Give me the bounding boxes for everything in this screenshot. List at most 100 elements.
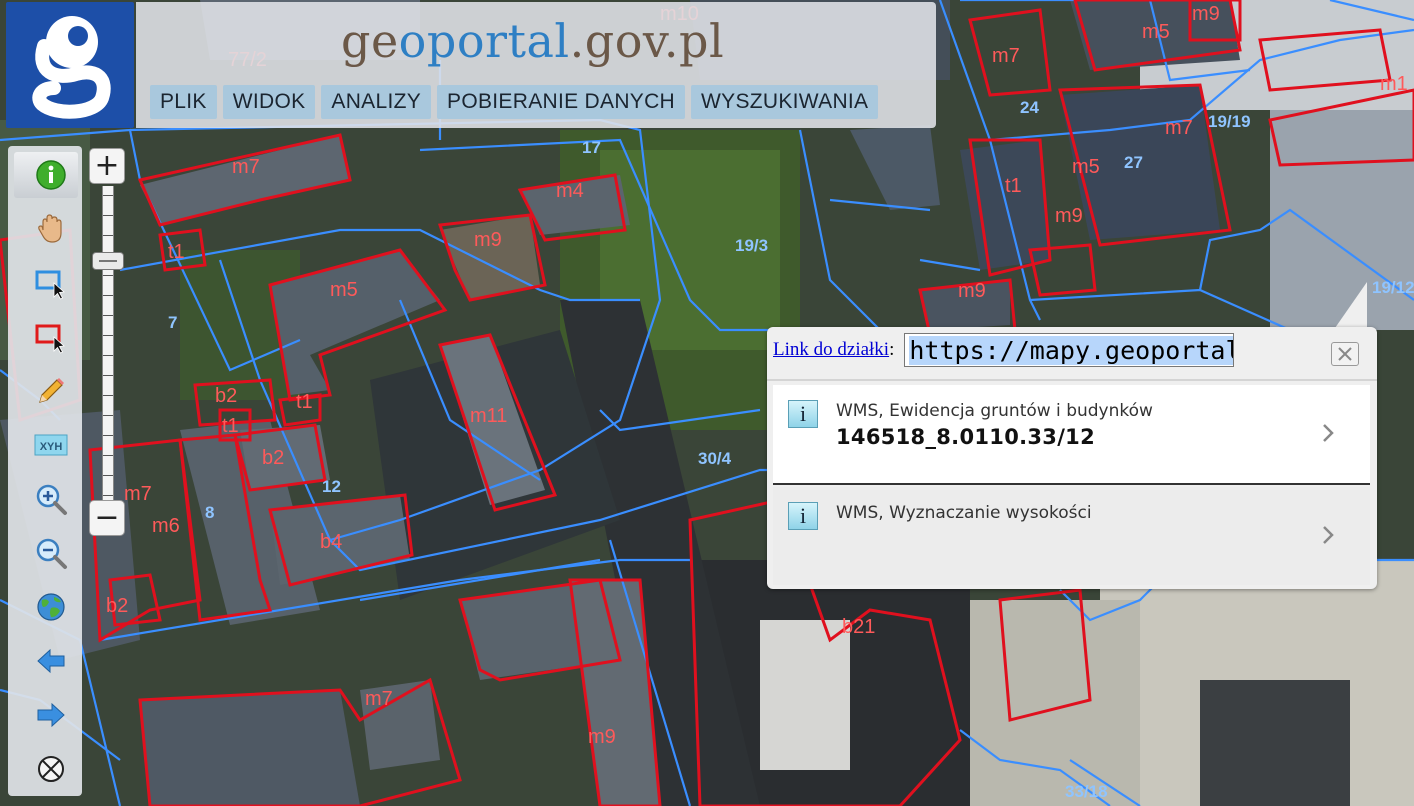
- rect-select-icon: [35, 270, 65, 300]
- parcel-label: 12: [322, 477, 341, 496]
- zoom-in-button[interactable]: +: [89, 148, 125, 184]
- building-label: t1: [168, 241, 185, 263]
- parcel-link-row: Link do działki: https://mapy.geoportal.…: [773, 333, 1235, 367]
- tool-panel: XYH: [8, 146, 82, 796]
- magnifier-minus-icon: [36, 538, 67, 569]
- info-tool[interactable]: [14, 152, 78, 198]
- menu-wyszukiwania[interactable]: WYSZUKIWANIA: [691, 85, 879, 119]
- info-icon: [36, 160, 66, 190]
- chevron-right-icon: [1323, 424, 1334, 442]
- parcel-label: 30/4: [698, 449, 732, 468]
- main-menu: PLIK WIDOK ANALIZY POBIERANIE DANYCH WYS…: [150, 85, 879, 119]
- zoom-out-tool[interactable]: [14, 530, 78, 576]
- zoom-slider-handle[interactable]: [92, 252, 124, 270]
- info-icon: i: [788, 502, 818, 530]
- draw-tool[interactable]: [14, 368, 78, 414]
- building-label: m7: [365, 688, 393, 710]
- building-label: t1: [1005, 175, 1022, 197]
- header-bar: geoportal.gov.pl PLIK WIDOK ANALIZY POBI…: [136, 2, 936, 128]
- arrow-left-icon: [37, 648, 65, 674]
- svg-text:XYH: XYH: [40, 441, 63, 453]
- close-icon: [1338, 347, 1352, 361]
- brand-title: geoportal.gov.pl: [341, 14, 724, 68]
- parcel-label: 7: [168, 313, 177, 332]
- building-label: b2: [262, 447, 284, 469]
- result-title: WMS, Wyznaczanie wysokości: [836, 503, 1092, 523]
- building-label: m9: [958, 280, 986, 302]
- building-label: m9: [1055, 205, 1083, 227]
- parcel-label: 19/3: [735, 236, 768, 255]
- menu-analizy[interactable]: ANALIZY: [321, 85, 432, 119]
- building-label: b4: [320, 531, 342, 553]
- building-label: m1: [1380, 73, 1408, 95]
- menu-widok[interactable]: WIDOK: [222, 85, 316, 119]
- zoom-out-button[interactable]: −: [89, 500, 125, 536]
- menu-plik[interactable]: PLIK: [150, 85, 217, 119]
- pan-tool[interactable]: [14, 206, 78, 252]
- zoom-ticks: [103, 186, 113, 500]
- zoom-in-tool[interactable]: [14, 476, 78, 522]
- building-label: b2: [106, 595, 128, 617]
- zoom-slider-track[interactable]: [102, 186, 114, 500]
- full-extent-tool[interactable]: [14, 584, 78, 630]
- clear-icon: [38, 756, 64, 782]
- pencil-icon: [39, 378, 64, 403]
- back-tool[interactable]: [14, 638, 78, 684]
- link-colon: :: [889, 339, 895, 360]
- building-label: m9: [588, 726, 616, 748]
- building-label: m6: [152, 515, 180, 537]
- parcel-label: 19/12: [1372, 278, 1414, 297]
- result-title: WMS, Ewidencja gruntów i budynków: [836, 401, 1153, 421]
- parcel-label: 24: [1020, 98, 1039, 117]
- hand-icon: [38, 214, 62, 243]
- building-label: m5: [1072, 156, 1100, 178]
- globe-icon: [37, 593, 65, 621]
- forward-tool[interactable]: [14, 692, 78, 738]
- g-logo-icon: [32, 16, 111, 119]
- building-label: m7: [1165, 117, 1193, 139]
- building-label: m5: [330, 279, 358, 301]
- building-label: t1: [296, 391, 313, 413]
- chevron-right-icon: [1323, 526, 1334, 544]
- parcel-label: 27: [1124, 153, 1143, 172]
- popup-pointer: [1335, 282, 1367, 328]
- building-label: m5: [1142, 21, 1170, 43]
- building-label: b21: [842, 616, 875, 638]
- select-red-tool[interactable]: [14, 314, 78, 360]
- building-label: m7: [232, 156, 260, 178]
- select-blue-tool[interactable]: [14, 260, 78, 306]
- parcel-label: 17: [582, 138, 601, 157]
- arrow-right-icon: [37, 702, 65, 728]
- popup-close-button[interactable]: [1331, 342, 1359, 366]
- brand-part: .gov.pl: [569, 14, 725, 68]
- brand-part: oportal: [398, 14, 570, 68]
- geoportal-logo[interactable]: [6, 2, 134, 128]
- building-label: m7: [992, 45, 1020, 67]
- info-icon: i: [788, 400, 818, 428]
- magnifier-plus-icon: [36, 484, 67, 515]
- building-label: m7: [124, 483, 152, 505]
- building-label: t1: [222, 415, 239, 437]
- feature-info-popup: Link do działki: https://mapy.geoportal.…: [767, 327, 1377, 589]
- result-item[interactable]: i WMS, Wyznaczanie wysokości: [773, 487, 1370, 585]
- result-value: 146518_8.0110.33/12: [836, 425, 1096, 449]
- parcel-label: 8: [205, 503, 214, 522]
- brand-part: ge: [341, 14, 399, 68]
- parcel-link[interactable]: Link do działki: [773, 339, 889, 361]
- building-label: m4: [556, 180, 584, 202]
- building-label: m9: [1192, 3, 1220, 25]
- coordinates-tool[interactable]: XYH: [14, 422, 78, 468]
- rect-select-red-icon: [35, 324, 65, 354]
- menu-pobieranie-danych[interactable]: POBIERANIE DANYCH: [437, 85, 686, 119]
- xyh-icon: XYH: [34, 434, 68, 456]
- parcel-url-text: https://mapy.geoportal.g: [909, 336, 1234, 365]
- clear-tool[interactable]: [14, 746, 78, 792]
- building-label: m11: [470, 405, 507, 427]
- building-label: b2: [215, 385, 237, 407]
- parcel-label: 33/18: [1065, 782, 1108, 801]
- popup-divider: [767, 379, 1377, 381]
- parcel-label: 19/19: [1208, 112, 1251, 131]
- building-label: m9: [474, 229, 502, 251]
- result-item[interactable]: i WMS, Ewidencja gruntów i budynków 1465…: [773, 385, 1370, 485]
- parcel-url-field[interactable]: https://mapy.geoportal.g: [904, 333, 1235, 367]
